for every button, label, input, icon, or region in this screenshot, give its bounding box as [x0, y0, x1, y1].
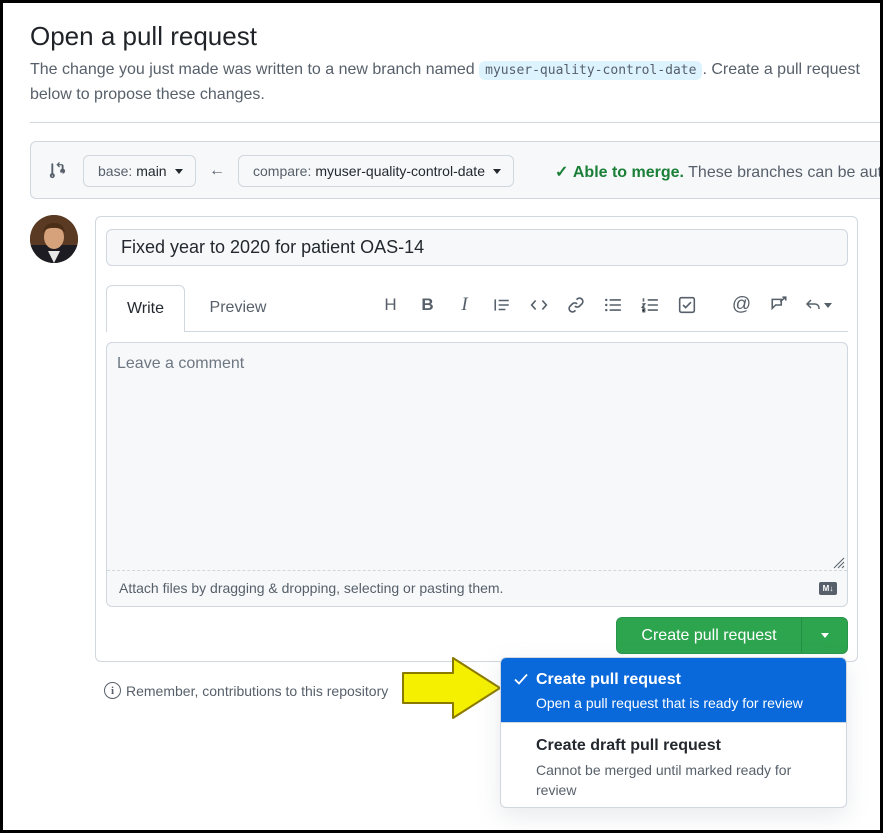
check-icon — [514, 673, 528, 685]
comment-placeholder: Leave a comment — [117, 355, 245, 372]
compare-arrows-icon — [49, 162, 66, 179]
compare-branch-select[interactable]: compare: myuser-quality-control-date — [238, 155, 514, 187]
menu-item-create-pull-request[interactable]: Create pull request Open a pull request … — [501, 658, 846, 722]
tab-divider — [106, 331, 848, 332]
arrow-left-icon: ← — [209, 162, 225, 179]
task-list-icon[interactable] — [668, 289, 705, 321]
yellow-arrow-pointer-icon — [402, 657, 501, 719]
reply-icon[interactable] — [797, 289, 839, 321]
menu-item-description: Cannot be merged until marked ready for … — [536, 762, 792, 798]
contribution-notice: i Remember, contributions to this reposi… — [104, 682, 388, 699]
page-title: Open a pull request — [30, 21, 257, 51]
chevron-down-icon — [174, 168, 183, 174]
markdown-toolbar: H B I @ — [372, 289, 839, 321]
menu-item-description: Open a pull request that is ready for re… — [536, 695, 803, 711]
chevron-down-icon — [820, 633, 829, 638]
base-branch-select[interactable]: base: main — [83, 155, 196, 187]
pull-request-form: Write Preview H B I @ Leave a comment At… — [95, 216, 858, 662]
merge-status-text: These branches can be automatically merg… — [688, 164, 880, 181]
resize-handle-icon[interactable] — [831, 555, 845, 569]
file-attachment-bar[interactable]: Attach files by dragging & dropping, sel… — [107, 570, 847, 606]
compare-prefix: compare: — [253, 163, 312, 179]
avatar[interactable] — [30, 215, 78, 263]
notice-text: Remember, contributions to this reposito… — [126, 682, 389, 699]
cross-reference-icon[interactable] — [760, 289, 797, 321]
divider — [30, 122, 880, 123]
mention-icon[interactable]: @ — [723, 289, 760, 321]
comment-textarea[interactable]: Leave a comment Attach files by dragging… — [106, 342, 848, 607]
tab-preview[interactable]: Preview — [196, 285, 280, 331]
quote-icon[interactable] — [483, 289, 520, 321]
tab-write[interactable]: Write — [106, 285, 185, 332]
heading-icon[interactable]: H — [372, 289, 409, 321]
italic-icon[interactable]: I — [446, 289, 483, 321]
avatar-image — [30, 215, 78, 263]
page: Open a pull request The change you just … — [3, 3, 880, 830]
pr-title-input[interactable] — [106, 229, 848, 266]
merge-status: ✓ Able to merge. These branches can be a… — [555, 162, 880, 182]
create-pull-request-button[interactable]: Create pull request — [617, 618, 802, 653]
menu-item-title: Create draft pull request — [536, 737, 721, 754]
base-branch-name: main — [136, 163, 167, 179]
branch-range-bar: base: main ← compare: myuser-quality-con… — [30, 141, 880, 199]
bold-icon[interactable]: B — [409, 289, 446, 321]
compare-branch-name: myuser-quality-control-date — [315, 163, 485, 179]
menu-item-create-draft-pull-request[interactable]: Create draft pull request Cannot be merg… — [501, 722, 846, 807]
check-icon: ✓ — [555, 164, 569, 181]
markdown-icon[interactable]: M↓ — [819, 582, 837, 595]
branch-name-code: myuser-quality-control-date — [479, 61, 703, 80]
intro-before: The change you just made was written to … — [30, 61, 480, 78]
base-prefix: base: — [98, 163, 133, 179]
create-options-menu: Create pull request Open a pull request … — [500, 657, 847, 808]
attach-files-text: Attach files by dragging & dropping, sel… — [119, 580, 504, 596]
create-options-dropdown-button[interactable] — [802, 618, 847, 653]
link-icon[interactable] — [557, 289, 594, 321]
numbered-list-icon[interactable] — [631, 289, 668, 321]
bulleted-list-icon[interactable] — [594, 289, 631, 321]
chevron-down-icon — [492, 168, 501, 174]
intro-text: The change you just made was written to … — [30, 58, 880, 107]
merge-ok-label: Able to merge. — [572, 164, 684, 181]
info-icon: i — [104, 682, 121, 699]
create-pr-button-group: Create pull request — [616, 617, 848, 654]
code-icon[interactable] — [520, 289, 557, 321]
menu-item-title: Create pull request — [536, 671, 681, 688]
